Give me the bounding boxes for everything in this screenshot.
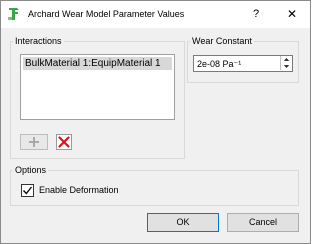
- cancel-button[interactable]: Cancel: [227, 213, 299, 232]
- ok-button[interactable]: OK: [147, 213, 219, 232]
- enable-deformation-label[interactable]: Enable Deformation: [39, 185, 119, 196]
- wear-constant-value[interactable]: 2e-08 Pa⁻¹: [197, 58, 241, 70]
- add-interaction-button[interactable]: [20, 134, 48, 150]
- list-item[interactable]: BulkMaterial 1:EquipMaterial 1: [23, 57, 172, 70]
- options-group-label: Options: [13, 165, 49, 176]
- spin-down-arrow-icon[interactable]: [280, 63, 292, 70]
- title-bar: Archard Wear Model Parameter Values ? ✕: [1, 1, 310, 28]
- wear-constant-spinbox[interactable]: 2e-08 Pa⁻¹: [193, 55, 293, 72]
- interactions-group-label: Interactions: [13, 36, 64, 47]
- interactions-list[interactable]: BulkMaterial 1:EquipMaterial 1: [20, 54, 175, 120]
- window-title: Archard Wear Model Parameter Values: [28, 9, 185, 19]
- dialog-window: Archard Wear Model Parameter Values ? ✕ …: [0, 0, 311, 244]
- wear-constant-group: Wear Constant 2e-08 Pa⁻¹: [187, 36, 299, 83]
- interactions-group: Interactions BulkMaterial 1:EquipMateria…: [10, 36, 185, 159]
- spin-up-arrow-icon[interactable]: [280, 56, 292, 63]
- close-button[interactable]: ✕: [282, 4, 302, 24]
- delete-interaction-button[interactable]: [56, 134, 72, 150]
- help-button[interactable]: ?: [246, 4, 266, 24]
- options-group: Options Enable Deformation: [10, 165, 299, 206]
- app-icon: [8, 8, 19, 20]
- wear-constant-group-label: Wear Constant: [190, 36, 254, 47]
- checkmark-icon: [23, 186, 33, 195]
- enable-deformation-checkbox[interactable]: [21, 184, 34, 197]
